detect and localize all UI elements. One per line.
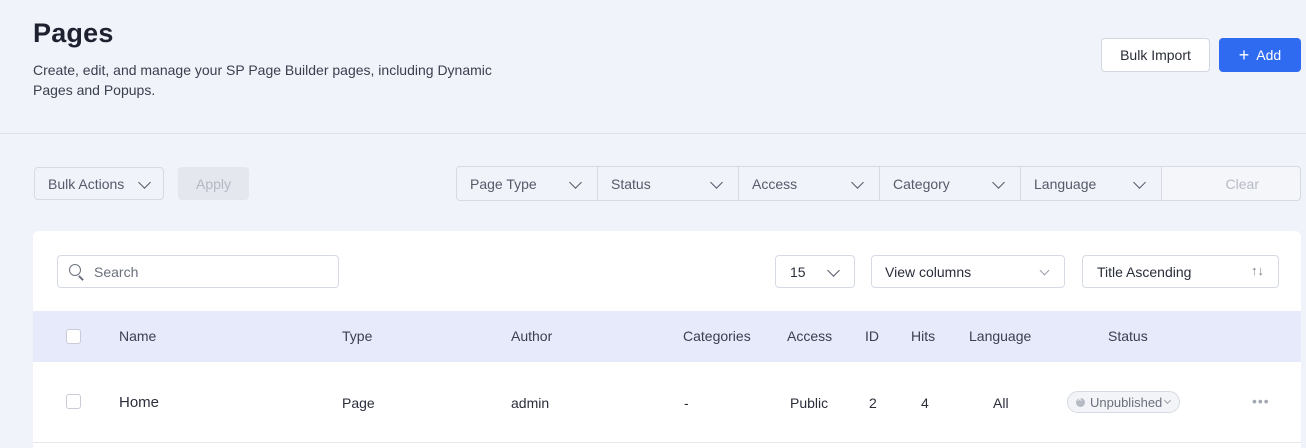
per-page-value: 15	[790, 263, 806, 280]
chevron-down-icon	[710, 176, 723, 189]
filter-bar: Page Type Status Access Category Languag…	[456, 166, 1301, 201]
table-row: Home Page admin - Public 2 4 All Unpubli…	[33, 362, 1301, 443]
cell-hits: 4	[921, 395, 929, 411]
column-header-name[interactable]: Name	[119, 328, 156, 344]
status-label: Unpublished	[1090, 394, 1163, 410]
row-checkbox[interactable]	[66, 394, 81, 409]
chevron-down-icon	[569, 176, 582, 189]
filter-language[interactable]: Language	[1021, 167, 1162, 200]
filter-access[interactable]: Access	[739, 167, 880, 200]
filter-label: Category	[893, 175, 950, 192]
column-header-status[interactable]: Status	[1108, 328, 1148, 344]
view-columns-label: View columns	[885, 263, 972, 280]
column-header-hits[interactable]: Hits	[911, 328, 935, 344]
chevron-down-icon	[851, 176, 864, 189]
view-columns-select[interactable]: View columns	[871, 255, 1065, 288]
cell-author: admin	[511, 395, 550, 411]
clear-filters-button[interactable]: Clear	[1162, 167, 1300, 200]
column-header-type[interactable]: Type	[342, 328, 372, 344]
chevron-down-icon	[827, 264, 840, 277]
search-box[interactable]	[57, 255, 339, 288]
add-button-label: Add	[1256, 47, 1282, 63]
page-name-link[interactable]: Home	[119, 394, 159, 411]
filter-status[interactable]: Status	[598, 167, 739, 200]
chevron-down-icon	[1164, 396, 1172, 404]
select-all-checkbox[interactable]	[66, 329, 81, 344]
sort-select[interactable]: Title Ascending ↑↓	[1082, 255, 1279, 288]
column-header-access[interactable]: Access	[787, 328, 832, 344]
filter-page-type[interactable]: Page Type	[457, 167, 598, 200]
page-header: Pages Create, edit, and manage your SP P…	[0, 0, 1306, 134]
status-badge[interactable]: Unpublished	[1067, 391, 1181, 413]
column-header-id[interactable]: ID	[865, 328, 879, 344]
filter-label: Status	[611, 175, 651, 192]
page-subtitle: Create, edit, and manage your SP Page Bu…	[33, 62, 492, 98]
cell-id: 2	[869, 395, 877, 411]
filter-category[interactable]: Category	[880, 167, 1021, 200]
cell-access: Public	[790, 395, 829, 411]
pages-list-card: 15 View columns Title Ascending ↑↓ Name …	[33, 231, 1301, 448]
cell-type: Page	[342, 395, 375, 411]
chevron-down-icon	[138, 176, 151, 189]
cell-categories: -	[684, 395, 689, 411]
chevron-down-icon	[1039, 265, 1050, 276]
column-header-language[interactable]: Language	[969, 328, 1031, 344]
bulk-import-button[interactable]: Bulk Import	[1101, 38, 1210, 72]
filter-label: Page Type	[470, 175, 537, 192]
filter-label: Access	[752, 175, 798, 192]
column-header-author[interactable]: Author	[511, 328, 552, 344]
sort-label: Title Ascending	[1097, 263, 1192, 280]
apply-button[interactable]: Apply	[178, 167, 249, 200]
more-actions-icon[interactable]: •••	[1252, 393, 1270, 409]
search-input[interactable]	[94, 263, 324, 280]
chevron-down-icon	[992, 176, 1005, 189]
plus-icon: +	[1238, 45, 1250, 65]
page-title: Pages	[33, 18, 114, 48]
sort-icon: ↑↓	[1251, 263, 1264, 278]
filter-label: Language	[1034, 175, 1097, 192]
bulk-actions-select[interactable]: Bulk Actions	[34, 167, 164, 200]
unpublished-icon	[1076, 394, 1085, 407]
table-header: Name Type Author Categories Access ID Hi…	[33, 311, 1301, 362]
chevron-down-icon	[1133, 176, 1146, 189]
column-header-categories[interactable]: Categories	[683, 328, 751, 344]
per-page-select[interactable]: 15	[775, 255, 855, 288]
search-icon	[69, 264, 84, 279]
add-button[interactable]: + Add	[1219, 38, 1301, 72]
bulk-actions-label: Bulk Actions	[48, 175, 125, 192]
cell-language: All	[993, 395, 1009, 411]
